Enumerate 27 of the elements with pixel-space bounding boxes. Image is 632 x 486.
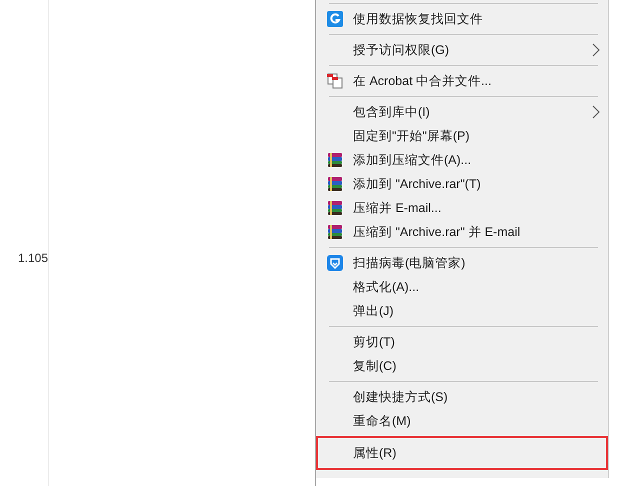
books-stack-icon [327, 152, 343, 168]
chevron-icon [592, 105, 600, 119]
value-label: 1.105 [18, 251, 48, 265]
menu-item[interactable]: 剪切(T) [316, 330, 608, 354]
shield-icon [327, 255, 343, 271]
menu-item[interactable]: 固定到"开始"屏幕(P) [316, 124, 608, 148]
menu-item[interactable]: 属性(R) [316, 436, 608, 470]
books-stack-icon [327, 224, 343, 240]
menu-item[interactable]: 压缩并 E-mail... [316, 196, 608, 220]
menu-item[interactable]: 包含到库中(I) [316, 100, 608, 124]
menu-item[interactable]: 添加到 "Archive.rar"(T) [316, 172, 608, 196]
menu-item[interactable]: 授予访问权限(G) [316, 38, 608, 62]
books-stack-icon [327, 200, 343, 216]
menu-item[interactable]: 添加到压缩文件(A)... [316, 148, 608, 172]
menu-item[interactable]: 创建快捷方式(S) [316, 385, 608, 409]
menu-item[interactable]: 重命名(M) [316, 409, 608, 433]
menu-item[interactable]: 复制(C) [316, 354, 608, 378]
menu-item[interactable]: 压缩到 "Archive.rar" 并 E-mail [316, 220, 608, 244]
menu-item[interactable]: 使用数据恢复找回文件 [316, 7, 608, 31]
menu-item[interactable]: 在 Acrobat 中合并文件... [316, 69, 608, 93]
books-stack-icon [327, 176, 343, 192]
menu-item[interactable]: 格式化(A)... [316, 275, 608, 299]
menu-item[interactable]: 扫描病毒(电脑管家) [316, 251, 608, 275]
menu-item[interactable]: 弹出(J) [316, 299, 608, 323]
documents-icon [327, 73, 343, 89]
chevron-icon [592, 43, 600, 57]
recovery-icon [327, 11, 343, 27]
